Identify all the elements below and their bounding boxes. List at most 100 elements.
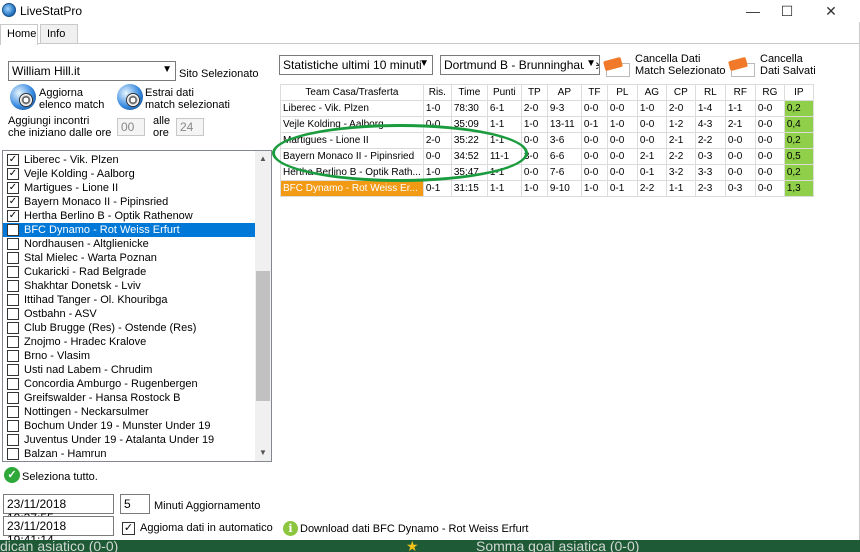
match-checkbox[interactable]: [7, 350, 19, 362]
match-list-item[interactable]: Nottingen - Neckarsulmer: [3, 405, 255, 419]
match-list-item[interactable]: ✓ Vejle Kolding - Aalborg: [3, 167, 255, 181]
info-icon[interactable]: i: [283, 521, 298, 536]
column-header[interactable]: Ris.: [422, 84, 452, 101]
maximize-button[interactable]: ☐: [772, 2, 802, 20]
match-checkbox[interactable]: ✓: [7, 224, 19, 236]
stat-cell: 0-0: [580, 164, 608, 181]
scroll-down-icon[interactable]: ▼: [255, 445, 271, 461]
match-list-scrollbar[interactable]: ▲ ▼: [255, 151, 271, 461]
match-list-item[interactable]: ✓ BFC Dynamo - Rot Weiss Erfurt: [3, 223, 255, 237]
close-button[interactable]: ✕: [816, 2, 846, 20]
tab-home[interactable]: Home: [0, 24, 38, 45]
match-list-item[interactable]: ✓ Hertha Berlino B - Optik Rathenow: [3, 209, 255, 223]
check-circle-icon[interactable]: ✓: [4, 467, 20, 483]
stat-cell: 31:15: [450, 180, 488, 197]
eraser-icon[interactable]: [728, 56, 757, 79]
column-header[interactable]: RL: [694, 84, 726, 101]
cancella-salvati-label-2[interactable]: Dati Salvati: [760, 65, 816, 77]
match-list-item[interactable]: Znojmo - Hradec Kralove: [3, 335, 255, 349]
to-hour-input[interactable]: 24: [176, 118, 204, 136]
seleziona-tutto[interactable]: Seleziona tutto.: [22, 471, 98, 483]
match-list-item[interactable]: Shakhtar Donetsk - Lviv: [3, 279, 255, 293]
stat-cell: 0-0: [636, 132, 667, 149]
match-checkbox[interactable]: [7, 280, 19, 292]
match-name: Juventus Under 19 - Atalanta Under 19: [24, 434, 215, 446]
globe-refresh-icon[interactable]: [10, 84, 36, 110]
match-checkbox[interactable]: [7, 266, 19, 278]
minutes-input[interactable]: 5: [120, 494, 150, 514]
match-checkbox[interactable]: [7, 308, 19, 320]
cancella-match-label-1[interactable]: Cancella Dati: [635, 53, 700, 65]
match-checkbox[interactable]: [7, 238, 19, 250]
match-list-item[interactable]: Balzan - Hamrun: [3, 447, 255, 461]
match-checkbox[interactable]: [7, 322, 19, 334]
table-row[interactable]: BFC Dynamo - Rot Weiss Er... 0-1 31:15 1-1 1…: [280, 180, 814, 197]
estrai-label-1[interactable]: Estrai dati: [145, 87, 194, 99]
match-checkbox[interactable]: ✓: [7, 154, 19, 166]
match-list-item[interactable]: Club Brugge (Res) - Ostende (Res): [3, 321, 255, 335]
from-hour-input[interactable]: 00: [117, 118, 145, 136]
scroll-up-icon[interactable]: ▲: [255, 151, 271, 167]
table-row[interactable]: Liberec - Vik. Plzen 1-0 78:30 6-1 2-0 9-3 0-0…: [280, 100, 814, 117]
column-header[interactable]: RF: [724, 84, 756, 101]
match-checkbox[interactable]: [7, 294, 19, 306]
match-list-item[interactable]: Juventus Under 19 - Atalanta Under 19: [3, 433, 255, 447]
match-list-item[interactable]: ✓ Martigues - Lione II: [3, 181, 255, 195]
match-checkbox[interactable]: ✓: [7, 168, 19, 180]
bookmaker-select[interactable]: William Hill.it ▼: [8, 61, 176, 81]
eraser-icon[interactable]: [603, 56, 632, 79]
minimize-button[interactable]: —: [738, 2, 768, 20]
stat-cell: 0-0: [754, 132, 785, 149]
match-checkbox[interactable]: [7, 364, 19, 376]
column-header[interactable]: CP: [665, 84, 696, 101]
globe-extract-icon[interactable]: [117, 84, 143, 110]
column-header[interactable]: IP: [783, 84, 814, 101]
column-header[interactable]: Punti: [486, 84, 522, 101]
match-checkbox[interactable]: [7, 336, 19, 348]
scroll-thumb[interactable]: [256, 271, 270, 401]
match-checkbox[interactable]: [7, 252, 19, 264]
estrai-label-2[interactable]: match selezionati: [145, 99, 230, 111]
match-checkbox[interactable]: ✓: [7, 182, 19, 194]
auto-update-checkbox[interactable]: ✓: [122, 522, 135, 535]
cancella-match-label-2[interactable]: Match Selezionato: [635, 65, 726, 77]
cancella-salvati-label-1[interactable]: Cancella: [760, 53, 803, 65]
match-list-item[interactable]: ✓ Liberec - Vik. Plzen: [3, 153, 255, 167]
match-checkbox[interactable]: [7, 378, 19, 390]
column-header[interactable]: AG: [636, 84, 667, 101]
match-list-item[interactable]: Ittihad Tanger - Ol. Khouribga: [3, 293, 255, 307]
match-list-item[interactable]: Cukaricki - Rad Belgrade: [3, 265, 255, 279]
match-checkbox[interactable]: [7, 448, 19, 460]
match-list-item[interactable]: Concordia Amburgo - Rugenbergen: [3, 377, 255, 391]
match-checkbox[interactable]: [7, 434, 19, 446]
column-header[interactable]: TP: [520, 84, 548, 101]
match-list-item[interactable]: Greifswalder - Hansa Rostock B: [3, 391, 255, 405]
match-checkbox[interactable]: ✓: [7, 210, 19, 222]
match-list[interactable]: ✓ Liberec - Vik. Plzen ✓ Vejle Kolding - Aa…: [2, 150, 272, 462]
column-header[interactable]: RG: [754, 84, 785, 101]
match-list-item[interactable]: Stal Mielec - Warta Poznan: [3, 251, 255, 265]
match-checkbox[interactable]: [7, 406, 19, 418]
match-checkbox[interactable]: ✓: [7, 196, 19, 208]
column-header[interactable]: AP: [546, 84, 582, 101]
stats-period-select[interactable]: Statistiche ultimi 10 minuti ▼: [279, 55, 433, 75]
match-list-item[interactable]: Ostbahn - ASV: [3, 307, 255, 321]
match-checkbox[interactable]: [7, 392, 19, 404]
saved-match-select[interactable]: Dortmund B - Brunninghausen ▼: [440, 55, 600, 75]
match-list-item[interactable]: Brno - Vlasim: [3, 349, 255, 363]
match-list-item[interactable]: Nordhausen - Altglienicke: [3, 237, 255, 251]
match-checkbox[interactable]: [7, 420, 19, 432]
match-list-item[interactable]: Usti nad Labem - Chrudim: [3, 363, 255, 377]
column-header[interactable]: Team Casa/Trasferta: [280, 84, 424, 101]
aggiorna-label-2[interactable]: elenco match: [39, 99, 104, 111]
match-list-item[interactable]: Bochum Under 19 - Munster Under 19: [3, 419, 255, 433]
column-header[interactable]: PL: [606, 84, 638, 101]
match-name: Nottingen - Neckarsulmer: [24, 406, 149, 418]
aggiorna-label-1[interactable]: Aggiorna: [39, 87, 83, 99]
auto-update-label[interactable]: Aggioma dati in automatico: [140, 522, 273, 534]
download-link[interactable]: Download dati BFC Dynamo - Rot Weiss Erf…: [300, 523, 528, 535]
match-list-item[interactable]: ✓ Bayern Monaco II - Pipinsried: [3, 195, 255, 209]
column-header[interactable]: Time: [450, 84, 488, 101]
tab-info[interactable]: Info: [40, 24, 78, 44]
column-header[interactable]: TF: [580, 84, 608, 101]
